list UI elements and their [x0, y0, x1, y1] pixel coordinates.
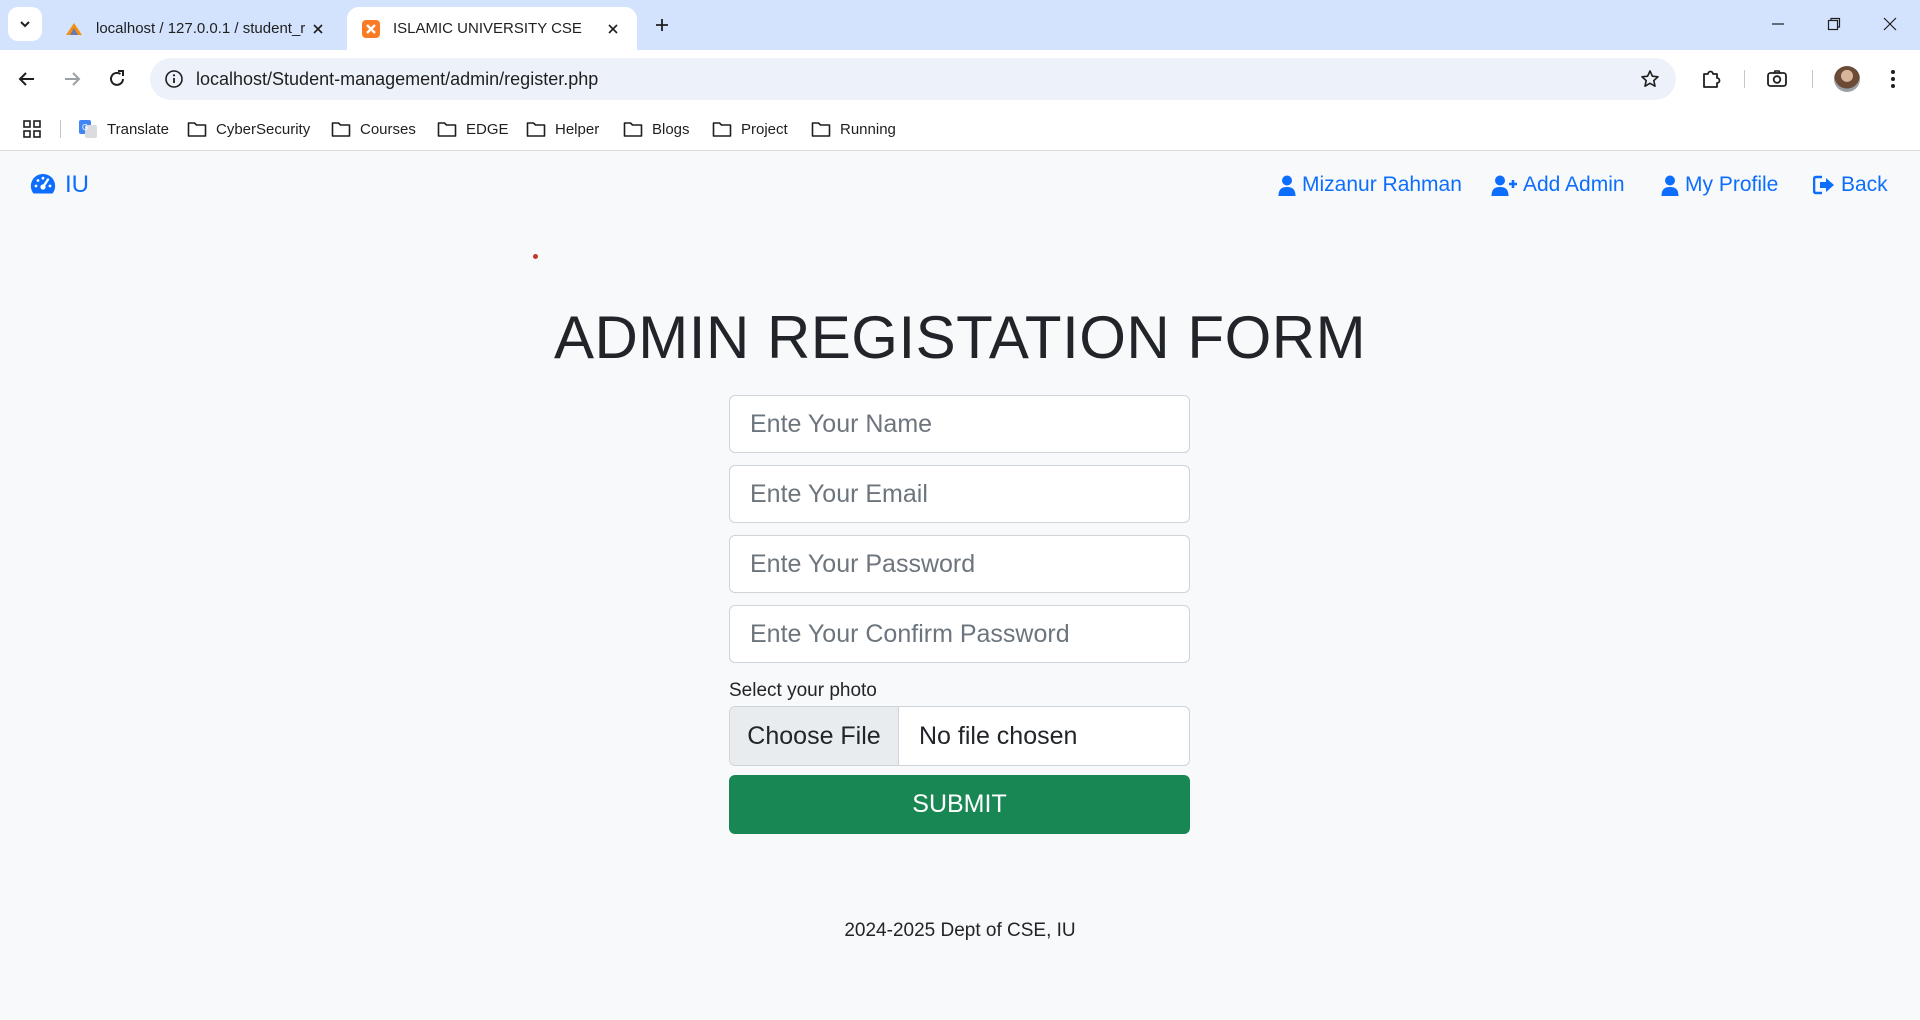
arrow-left-icon	[18, 72, 34, 86]
back-nav-button[interactable]	[10, 62, 44, 96]
plus-icon	[656, 19, 668, 31]
tab-strip: localhost / 127.0.0.1 / student_r ISLAMI…	[0, 0, 1920, 50]
bookmark-label: Blogs	[652, 120, 690, 138]
file-status-text: No file chosen	[919, 721, 1078, 750]
bookmark-label: EDGE	[466, 120, 509, 138]
sign-out-icon	[1813, 175, 1834, 195]
tab-search-button[interactable]	[8, 7, 42, 41]
page-title: ADMIN REGISTATION FORM	[553, 304, 1367, 371]
screenshot-button[interactable]	[1760, 62, 1794, 96]
bookmark-blogs[interactable]: Blogs	[623, 116, 690, 142]
choose-file-button[interactable]: Choose File	[730, 707, 899, 765]
chevron-down-icon	[20, 21, 30, 28]
reload-icon	[110, 70, 124, 86]
stray-dot	[533, 254, 538, 259]
extensions-button[interactable]	[1694, 62, 1728, 96]
forward-nav-button[interactable]	[55, 62, 89, 96]
tab-islamic-university[interactable]: ISLAMIC UNIVERSITY CSE	[347, 7, 637, 50]
bookmark-label: Courses	[360, 120, 416, 138]
submit-button[interactable]: SUBMIT	[729, 775, 1190, 834]
new-tab-button[interactable]	[648, 11, 676, 39]
name-field[interactable]	[729, 395, 1190, 453]
folder-icon	[526, 122, 546, 137]
page-content: IU Mizanur Rahman Add Admin My Profile B…	[0, 151, 1920, 1020]
arrow-right-icon	[65, 72, 81, 86]
browser-toolbar: localhost/Student-management/admin/regis…	[0, 50, 1920, 108]
nav-link-label: Back	[1841, 173, 1888, 196]
google-translate-icon: G	[79, 120, 97, 138]
url-text[interactable]: localhost/Student-management/admin/regis…	[196, 69, 598, 90]
close-icon[interactable]	[603, 19, 623, 39]
bookmarks-bar: G Translate CyberSecurity Courses EDGE H…	[0, 108, 1920, 151]
password-field[interactable]	[729, 535, 1190, 593]
camera-icon	[1767, 70, 1787, 87]
nav-link-label: My Profile	[1685, 173, 1779, 196]
apps-button[interactable]	[22, 116, 51, 142]
profile-avatar[interactable]	[1834, 66, 1860, 92]
folder-icon	[811, 122, 831, 137]
nav-user-mizanur[interactable]: Mizanur Rahman	[1278, 173, 1462, 197]
nav-link-label: Mizanur Rahman	[1302, 173, 1462, 196]
navbar-brand[interactable]: IU	[29, 171, 89, 199]
brand-text: IU	[65, 171, 89, 198]
folder-icon	[437, 122, 457, 137]
minimize-button[interactable]	[1750, 0, 1806, 48]
close-window-button[interactable]	[1862, 0, 1918, 48]
bookmark-label: Translate	[107, 120, 169, 138]
restore-button[interactable]	[1806, 0, 1862, 48]
photo-label: Select your photo	[729, 680, 877, 701]
email-field[interactable]	[729, 465, 1190, 523]
bookmark-edge[interactable]: EDGE	[437, 116, 509, 142]
bookmark-helper[interactable]: Helper	[526, 116, 599, 142]
puzzle-icon	[1703, 70, 1721, 88]
folder-icon	[187, 122, 207, 137]
close-icon	[1883, 17, 1897, 31]
speedometer-icon	[30, 173, 56, 194]
xampp-icon	[362, 19, 380, 38]
apps-grid-icon	[23, 120, 41, 138]
tab-title: ISLAMIC UNIVERSITY CSE	[393, 20, 582, 37]
address-bar[interactable]: localhost/Student-management/admin/regis…	[150, 58, 1676, 100]
bookmark-label: Helper	[555, 120, 600, 138]
bookmark-project[interactable]: Project	[712, 116, 788, 142]
folder-icon	[623, 122, 643, 137]
confirm-password-field[interactable]	[729, 605, 1190, 663]
bookmark-cybersecurity[interactable]: CyberSecurity	[187, 116, 310, 142]
tab-phpmyadmin[interactable]: localhost / 127.0.0.1 / student_r	[50, 7, 342, 50]
folder-icon	[712, 122, 732, 137]
bookmark-courses[interactable]: Courses	[331, 116, 416, 142]
nav-my-profile[interactable]: My Profile	[1661, 173, 1778, 197]
minimize-icon	[1772, 23, 1784, 25]
browser-menu-button[interactable]	[1876, 62, 1910, 96]
close-icon[interactable]	[308, 19, 328, 39]
more-vertical-icon	[1891, 70, 1895, 88]
bookmark-running[interactable]: Running	[811, 116, 896, 142]
nav-link-label: Add Admin	[1523, 173, 1625, 196]
folder-icon	[331, 122, 351, 137]
bookmark-star-icon[interactable]	[1638, 67, 1662, 91]
bookmark-label: Running	[840, 120, 896, 138]
toolbar-divider	[1744, 70, 1745, 88]
photo-file-input[interactable]: Choose File No file chosen	[729, 706, 1190, 766]
phpmyadmin-icon	[66, 22, 82, 35]
site-info-icon[interactable]	[162, 67, 186, 91]
tab-title: localhost / 127.0.0.1 / student_r	[96, 20, 306, 37]
svg-text:G: G	[82, 123, 88, 132]
restore-icon	[1827, 17, 1841, 31]
footer-text: 2024-2025 Dept of CSE, IU	[844, 920, 1076, 941]
reload-button[interactable]	[100, 62, 134, 96]
bookmark-translate[interactable]: G Translate	[78, 116, 169, 142]
bookmark-label: CyberSecurity	[216, 120, 311, 138]
nav-back[interactable]: Back	[1813, 173, 1888, 197]
bookmark-label: Project	[741, 120, 788, 138]
bookmark-divider	[60, 120, 61, 138]
nav-add-admin[interactable]: Add Admin	[1491, 173, 1625, 197]
toolbar-divider	[1812, 70, 1813, 88]
user-icon	[1278, 175, 1296, 196]
user-plus-icon	[1491, 175, 1517, 196]
user-icon	[1661, 175, 1679, 196]
